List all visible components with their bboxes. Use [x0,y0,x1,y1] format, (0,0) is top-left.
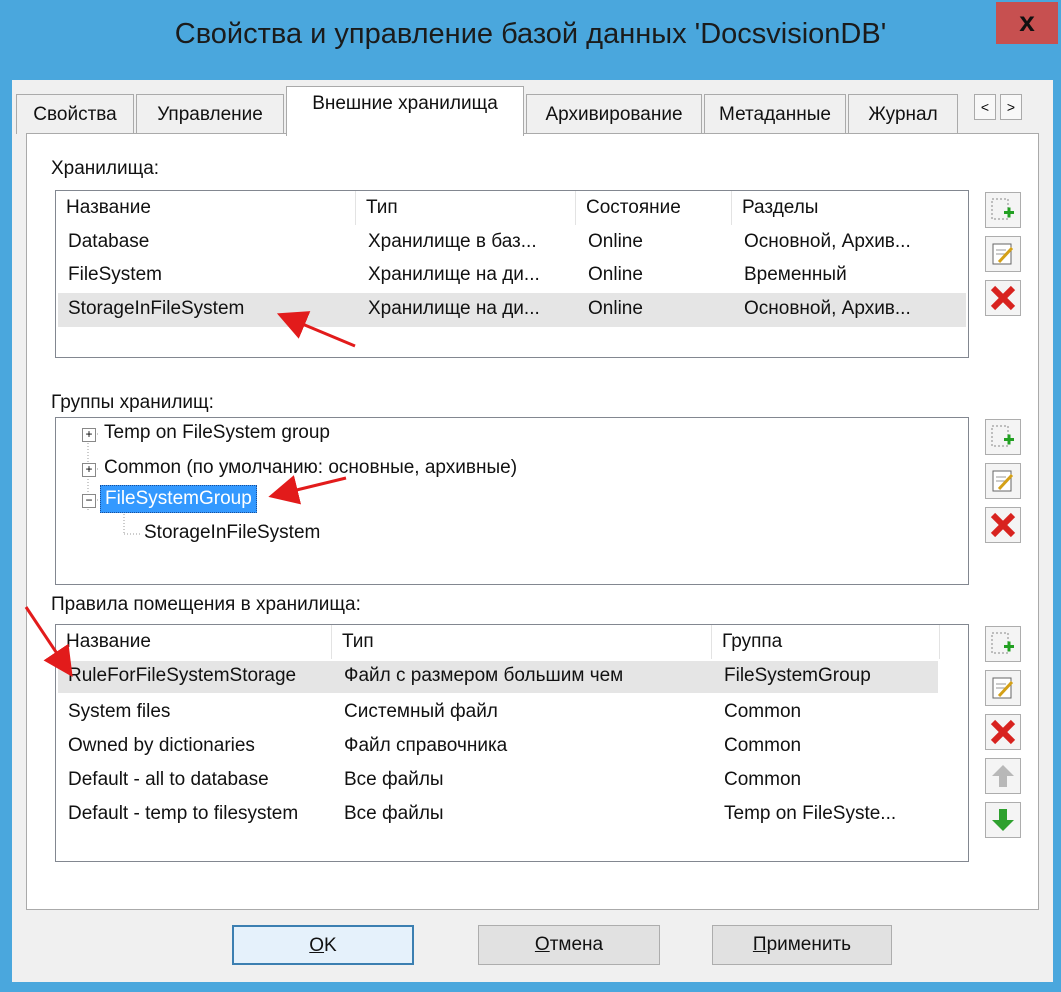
tab-external-storages[interactable]: Внешние хранилища [286,86,524,136]
dialog-window: Свойства и управление базой данных 'Docs… [0,0,1061,992]
annotation-arrows [24,311,356,677]
annotation-arrow [268,475,347,505]
annotation-arrow [24,606,73,677]
annotation-arrow [276,311,356,348]
